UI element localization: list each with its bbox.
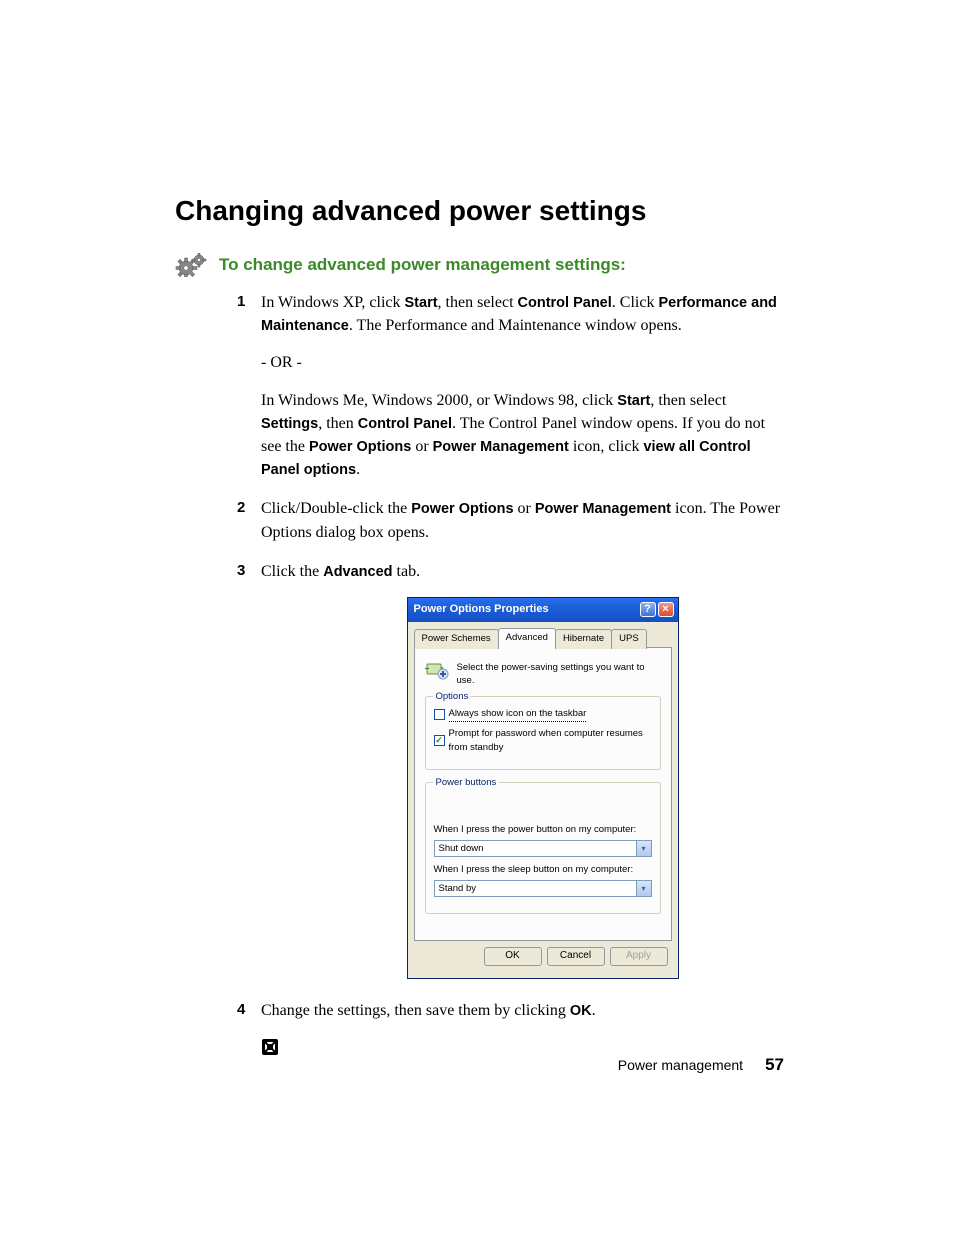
power-buttons-legend: Power buttons bbox=[433, 776, 500, 790]
prompt-password-label: Prompt for password when computer resume… bbox=[449, 727, 652, 755]
sleep-button-label: When I press the sleep button on my comp… bbox=[434, 863, 652, 877]
page-footer: Power management 57 bbox=[618, 1055, 784, 1075]
dialog-titlebar[interactable]: Power Options Properties ? × bbox=[408, 598, 678, 622]
cancel-button[interactable]: Cancel bbox=[547, 947, 605, 966]
power-options-dialog: Power Options Properties ? × Power Schem… bbox=[407, 597, 679, 979]
ok-button[interactable]: OK bbox=[484, 947, 542, 966]
gears-icon bbox=[175, 253, 209, 277]
sleep-button-value: Stand by bbox=[439, 882, 477, 896]
power-button-label: When I press the power button on my comp… bbox=[434, 823, 652, 837]
tab-advanced[interactable]: Advanced bbox=[498, 628, 556, 648]
taskbar-icon-checkbox[interactable] bbox=[434, 709, 445, 720]
options-fieldset: Options Always show icon on the taskbar … bbox=[425, 696, 661, 770]
prompt-password-checkbox[interactable] bbox=[434, 735, 445, 746]
sleep-button-select[interactable]: Stand by ▾ bbox=[434, 880, 652, 897]
pane-description: Select the power-saving settings you wan… bbox=[457, 658, 661, 689]
options-legend: Options bbox=[433, 690, 472, 704]
step-2: Click/Double-click the Power Options or … bbox=[237, 497, 784, 543]
tab-ups[interactable]: UPS bbox=[611, 629, 647, 649]
tab-pane-advanced: Select the power-saving settings you wan… bbox=[414, 647, 672, 941]
help-icon[interactable]: ? bbox=[640, 602, 656, 617]
power-button-select[interactable]: Shut down ▾ bbox=[434, 840, 652, 857]
procedure-subhead: To change advanced power management sett… bbox=[219, 255, 626, 275]
step-3: Click the Advanced tab. Power Options Pr… bbox=[237, 560, 784, 979]
step-4: Change the settings, then save them by c… bbox=[237, 999, 784, 1022]
tab-hibernate[interactable]: Hibernate bbox=[555, 629, 612, 649]
tabs-row: Power Schemes Advanced Hibernate UPS bbox=[414, 628, 672, 648]
dialog-title: Power Options Properties bbox=[414, 602, 549, 618]
steps-list: In Windows XP, click Start, then select … bbox=[237, 291, 784, 1022]
taskbar-icon-label: Always show icon on the taskbar bbox=[449, 707, 587, 722]
battery-icon bbox=[425, 658, 449, 680]
power-button-value: Shut down bbox=[439, 842, 484, 856]
apply-button[interactable]: Apply bbox=[610, 947, 668, 966]
page-heading: Changing advanced power settings bbox=[175, 195, 784, 227]
step-1: In Windows XP, click Start, then select … bbox=[237, 291, 784, 481]
tab-power-schemes[interactable]: Power Schemes bbox=[414, 629, 499, 649]
or-separator: - OR - bbox=[261, 351, 784, 374]
close-icon[interactable]: × bbox=[658, 602, 674, 617]
power-buttons-fieldset: Power buttons When I press the power but… bbox=[425, 782, 661, 914]
chevron-down-icon: ▾ bbox=[636, 881, 651, 896]
footer-label: Power management bbox=[618, 1057, 743, 1073]
chevron-down-icon: ▾ bbox=[636, 841, 651, 856]
page-number: 57 bbox=[765, 1055, 784, 1075]
